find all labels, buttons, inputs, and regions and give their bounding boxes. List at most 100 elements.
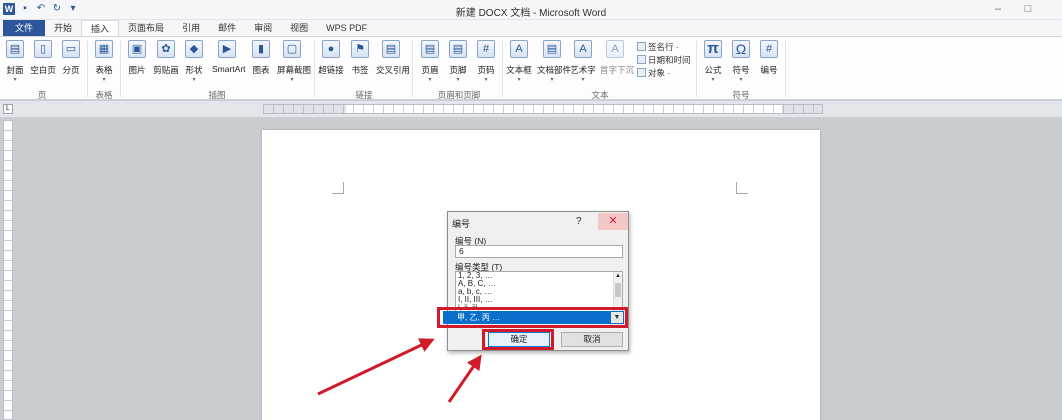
tab-home[interactable]: 开始 xyxy=(45,20,81,36)
chevron-down-icon: ▾ xyxy=(192,77,196,83)
tab-view[interactable]: 视图 xyxy=(281,20,317,36)
picture-button[interactable]: ▣ 图片 xyxy=(122,40,152,76)
text-box-label: 文本框 xyxy=(506,65,532,75)
minimize-button[interactable]: – xyxy=(991,3,1005,15)
symbol-button[interactable]: Ω 符号 ▾ xyxy=(726,40,756,84)
wordart-icon: A xyxy=(574,40,592,58)
chevron-down-icon: ▾ xyxy=(102,77,106,83)
footer-label: 页脚 xyxy=(449,65,467,75)
omega-icon: Ω xyxy=(732,40,750,58)
chart-icon: ▮ xyxy=(252,40,270,58)
group-label-links: 链接 xyxy=(355,90,373,100)
group-separator xyxy=(696,41,697,97)
screenshot-icon: ▢ xyxy=(283,40,301,58)
tab-insert[interactable]: 插入 xyxy=(81,20,120,36)
page-number-icon: # xyxy=(477,40,495,58)
cross-reference-icon: ▤ xyxy=(382,40,400,58)
tab-mailings[interactable]: 邮件 xyxy=(209,20,245,36)
group-separator xyxy=(785,41,786,97)
object-item[interactable]: 对象 · xyxy=(637,67,670,79)
chevron-down-icon: ▾ xyxy=(456,77,460,83)
scroll-up-icon[interactable]: ▲ xyxy=(614,272,622,280)
number-input[interactable]: 6 xyxy=(455,245,623,258)
tab-file[interactable]: 文件 xyxy=(3,20,46,36)
numbering-button[interactable]: # 编号 xyxy=(754,40,784,76)
numbering-icon: # xyxy=(760,40,778,58)
tab-review[interactable]: 审阅 xyxy=(245,20,281,36)
wordart-button[interactable]: A 艺术字 ▾ xyxy=(568,40,598,84)
cover-page-button[interactable]: ▤ 封面 ▾ xyxy=(0,40,30,84)
crop-mark xyxy=(736,182,748,194)
smartart-label: SmartArt xyxy=(212,64,246,74)
group-separator xyxy=(120,41,121,97)
screenshot-button[interactable]: ▢ 屏幕截图 ▾ xyxy=(277,40,311,84)
close-button[interactable]: ✕ xyxy=(598,213,628,230)
chevron-down-icon: ▾ xyxy=(428,77,432,83)
group-label-symbols: 符号 xyxy=(732,90,750,100)
date-time-item[interactable]: 日期和时间 xyxy=(637,54,691,66)
maximize-button[interactable]: □ xyxy=(1021,3,1035,15)
tab-page-layout[interactable]: 页面布局 xyxy=(119,20,173,36)
window-title: 新建 DOCX 文档 - Microsoft Word xyxy=(455,8,607,19)
page-break-icon: ▭ xyxy=(62,40,80,58)
vertical-ruler[interactable] xyxy=(3,120,13,420)
tab-wps-pdf[interactable]: WPS PDF xyxy=(317,20,376,36)
crop-mark xyxy=(332,182,344,194)
text-box-button[interactable]: A 文本框 ▾ xyxy=(504,40,534,84)
chart-label: 图表 xyxy=(252,65,270,75)
table-label: 表格 xyxy=(95,65,113,75)
quick-parts-label: 文档部件 xyxy=(537,65,572,75)
hyperlink-label: 超链接 xyxy=(318,65,344,75)
highlight-ok-button xyxy=(482,329,554,350)
page-number-button[interactable]: # 页码 ▾ xyxy=(471,40,501,84)
group-label-text: 文本 xyxy=(591,90,609,100)
page-number-label: 页码 xyxy=(477,65,495,75)
table-icon: ▦ xyxy=(95,40,113,58)
hyperlink-icon: ● xyxy=(322,40,340,58)
blank-page-button[interactable]: ▯ 空白页 xyxy=(28,40,58,76)
shapes-button[interactable]: ◆ 形状 ▾ xyxy=(179,40,209,84)
pi-icon: π xyxy=(704,40,722,58)
drop-cap-icon: A xyxy=(606,40,624,58)
quick-parts-button[interactable]: ▤ 文档部件 ▾ xyxy=(537,40,572,84)
scroll-thumb[interactable] xyxy=(615,283,621,297)
drop-cap-button[interactable]: A 首字下沉 xyxy=(600,40,635,76)
cover-page-icon: ▤ xyxy=(6,40,24,58)
chevron-down-icon: ▾ xyxy=(550,77,554,83)
clip-art-button[interactable]: ✿ 剪贴画 xyxy=(151,40,181,76)
drop-cap-label: 首字下沉 xyxy=(600,65,635,75)
wordart-label: 艺术字 xyxy=(570,65,596,75)
smartart-button[interactable]: ▶ SmartArt xyxy=(212,40,246,74)
date-time-label: 日期和时间 xyxy=(648,55,691,65)
cross-reference-label: 交叉引用 xyxy=(376,65,411,75)
tab-references[interactable]: 引用 xyxy=(173,20,209,36)
header-icon: ▤ xyxy=(421,40,439,58)
footer-button[interactable]: ▤ 页脚 ▾ xyxy=(443,40,473,84)
bookmark-icon: ⚑ xyxy=(351,40,369,58)
chevron-down-icon: ▾ xyxy=(711,77,715,83)
dialog-title: 编号 xyxy=(452,219,471,229)
equation-button[interactable]: π 公式 ▾ xyxy=(698,40,728,84)
cancel-button[interactable]: 取消 xyxy=(561,332,623,347)
help-button[interactable]: ? xyxy=(576,216,582,227)
blank-page-icon: ▯ xyxy=(34,40,52,58)
signature-line-item[interactable]: 签名行 · xyxy=(637,41,679,53)
table-button[interactable]: ▦ 表格 ▾ xyxy=(89,40,119,84)
text-box-icon: A xyxy=(510,40,528,58)
bookmark-button[interactable]: ⚑ 书签 xyxy=(345,40,375,76)
hyperlink-button[interactable]: ● 超链接 xyxy=(316,40,346,76)
chevron-down-icon: ▾ xyxy=(739,77,743,83)
signature-line-icon xyxy=(637,42,646,51)
page-break-button[interactable]: ▭ 分页 xyxy=(56,40,86,76)
numbering-label: 编号 xyxy=(760,65,778,75)
horizontal-ruler[interactable] xyxy=(263,104,823,114)
group-label-tables: 表格 xyxy=(95,90,113,100)
smartart-icon: ▶ xyxy=(218,40,236,58)
chart-button[interactable]: ▮ 图表 xyxy=(246,40,276,76)
chevron-down-icon: ▾ xyxy=(13,77,17,83)
page-break-label: 分页 xyxy=(62,65,80,75)
header-button[interactable]: ▤ 页眉 ▾ xyxy=(415,40,445,84)
tab-selector[interactable]: L xyxy=(3,104,13,114)
clip-art-label: 剪贴画 xyxy=(153,65,179,75)
cross-reference-button[interactable]: ▤ 交叉引用 xyxy=(376,40,411,76)
